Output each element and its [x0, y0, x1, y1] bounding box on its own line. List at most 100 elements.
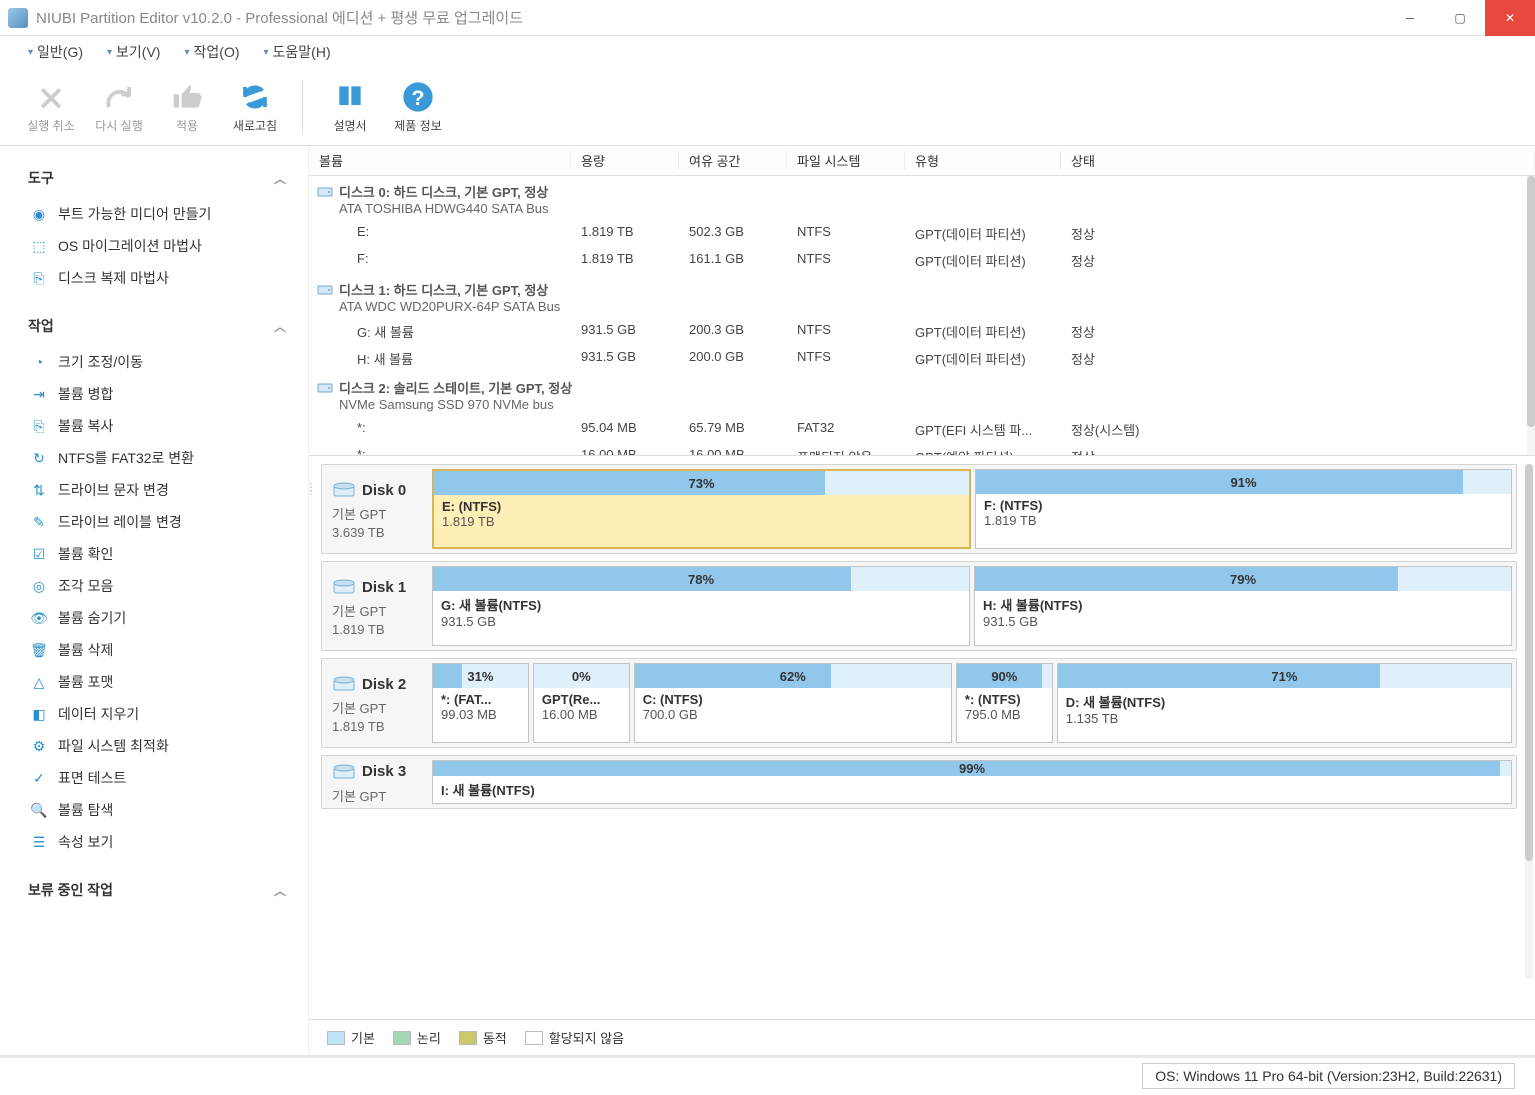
refresh-button[interactable]: 새로고침: [224, 79, 286, 134]
sidebar-item-label: OS 마이그레이션 마법사: [58, 236, 202, 256]
sidebar-item-op[interactable]: ◔크기 조정/이동: [28, 346, 286, 378]
partition-block[interactable]: 90%*: (NTFS)795.0 MB: [956, 663, 1053, 743]
col-filesystem[interactable]: 파일 시스템: [787, 151, 905, 170]
cell-free: 200.0 GB: [679, 347, 787, 370]
about-button[interactable]: ?제품 정보: [387, 79, 449, 134]
partition-block[interactable]: 99%I: 새 볼륨(NTFS): [432, 760, 1512, 804]
partition-block[interactable]: 71%D: 새 볼륨(NTFS)1.135 TB: [1057, 663, 1512, 743]
sidebar-item-op[interactable]: ◎조각 모음: [28, 570, 286, 602]
disk-group-header[interactable]: 디스크 2: 솔리드 스테이트, 기본 GPT, 정상NVMe Samsung …: [309, 372, 1535, 416]
sidebar-item-op[interactable]: ⚙파일 시스템 최적화: [28, 730, 286, 762]
disk-icon: [317, 282, 335, 296]
undo-button[interactable]: 실행 취소: [20, 79, 82, 134]
sidebar-item-op[interactable]: ⇥볼륨 병합: [28, 378, 286, 410]
scrollbar[interactable]: [1527, 176, 1535, 455]
minimize-button[interactable]: ─: [1385, 0, 1435, 36]
disk-label[interactable]: Disk 1기본 GPT1.819 TB: [322, 562, 428, 650]
col-capacity[interactable]: 용량: [571, 151, 679, 170]
disk-group-header[interactable]: 디스크 0: 하드 디스크, 기본 GPT, 정상ATA TOSHIBA HDW…: [309, 176, 1535, 220]
cell-type: GPT(데이터 파티션): [905, 249, 1061, 272]
table-row[interactable]: H: 새 볼륨931.5 GB200.0 GBNTFSGPT(데이터 파티션)정…: [309, 345, 1535, 372]
sidebar-header-tools[interactable]: 도구︿: [28, 158, 286, 198]
table-row[interactable]: *:95.04 MB65.79 MBFAT32GPT(EFI 시스템 파...정…: [309, 416, 1535, 443]
partition-percent: 91%: [1230, 475, 1256, 490]
partition-size: 1.819 TB: [442, 514, 961, 529]
disk-label[interactable]: Disk 0기본 GPT3.639 TB: [322, 465, 428, 553]
sidebar-item-op[interactable]: ☰속성 보기: [28, 826, 286, 858]
table-row[interactable]: E:1.819 TB502.3 GBNTFSGPT(데이터 파티션)정상: [309, 220, 1535, 247]
sidebar-item-op[interactable]: ⇅드라이브 문자 변경: [28, 474, 286, 506]
disk-label[interactable]: Disk 2기본 GPT1.819 TB: [322, 659, 428, 747]
partition-container: 99%I: 새 볼륨(NTFS): [428, 756, 1516, 808]
partition-size: 1.819 TB: [984, 513, 1503, 528]
sidebar-item-tool[interactable]: ⬚OS 마이그레이션 마법사: [28, 230, 286, 262]
disk-label[interactable]: Disk 3기본 GPT: [322, 756, 428, 808]
disk-scheme: 기본 GPT: [332, 698, 418, 717]
sidebar-item-op[interactable]: 🔍볼륨 탐색: [28, 794, 286, 826]
partition-name: H: 새 볼륨(NTFS): [983, 595, 1503, 614]
sidebar-item-op[interactable]: 🗑볼륨 삭제: [28, 634, 286, 666]
col-free[interactable]: 여유 공간: [679, 151, 787, 170]
partition-block[interactable]: 62%C: (NTFS)700.0 GB: [634, 663, 952, 743]
content-area: ⋮⋮ 볼륨 용량 여유 공간 파일 시스템 유형 상태 디스크 0: 하드 디스…: [308, 146, 1535, 1055]
window-title: NIUBI Partition Editor v10.2.0 - Profess…: [36, 7, 1385, 28]
close-button[interactable]: ✕: [1485, 0, 1535, 36]
partition-block[interactable]: 73%E: (NTFS)1.819 TB: [432, 469, 971, 549]
legend-dynamic: 동적: [459, 1028, 507, 1047]
partition-block[interactable]: 78%G: 새 볼륨(NTFS)931.5 GB: [432, 566, 970, 646]
menu-general[interactable]: ▾일반(G): [18, 38, 93, 66]
cell-name: G: 새 볼륨: [347, 320, 571, 343]
sidebar-item-op[interactable]: ✓표면 테스트: [28, 762, 286, 794]
sidebar-header-pending[interactable]: 보류 중인 작업︿: [28, 870, 286, 910]
partition-block[interactable]: 0%GPT(Re...16.00 MB: [533, 663, 630, 743]
sidebar-item-op[interactable]: ⎘볼륨 복사: [28, 410, 286, 442]
col-status[interactable]: 상태: [1061, 151, 1535, 170]
sidebar-item-tool[interactable]: ⎘디스크 복제 마법사: [28, 262, 286, 294]
disk-icon: [332, 760, 356, 784]
table-row[interactable]: F:1.819 TB161.1 GBNTFSGPT(데이터 파티션)정상: [309, 247, 1535, 274]
cell-name: *:: [347, 418, 571, 441]
toolbar: 실행 취소 다시 실행 적용 새로고침 설명서 ?제품 정보: [0, 68, 1535, 146]
chevron-up-icon: ︿: [274, 170, 286, 187]
col-type[interactable]: 유형: [905, 151, 1061, 170]
menu-help[interactable]: ▾도움말(H): [254, 38, 341, 66]
partition-block[interactable]: 91%F: (NTFS)1.819 TB: [975, 469, 1512, 549]
partition-block[interactable]: 31%*: (FAT...99.03 MB: [432, 663, 529, 743]
maximize-button[interactable]: ▢: [1435, 0, 1485, 36]
apply-button[interactable]: 적용: [156, 79, 218, 134]
menu-view[interactable]: ▾보기(V): [97, 38, 170, 66]
volume-table: 볼륨 용량 여유 공간 파일 시스템 유형 상태 디스크 0: 하드 디스크, …: [309, 146, 1535, 456]
sidebar-item-op[interactable]: 👁볼륨 숨기기: [28, 602, 286, 634]
cell-fs: NTFS: [787, 222, 905, 245]
col-volume[interactable]: 볼륨: [309, 151, 571, 170]
partition-block[interactable]: 79%H: 새 볼륨(NTFS)931.5 GB: [974, 566, 1512, 646]
partition-name: D: 새 볼륨(NTFS): [1066, 692, 1503, 711]
menu-action[interactable]: ▾작업(O): [174, 38, 249, 66]
disk-scheme: 기본 GPT: [332, 504, 418, 523]
disk-block: Disk 2기본 GPT1.819 TB31%*: (FAT...99.03 M…: [321, 658, 1517, 748]
sidebar-item-op[interactable]: ✎드라이브 레이블 변경: [28, 506, 286, 538]
op-icon: ☑: [28, 545, 50, 563]
sidebar-item-tool[interactable]: ◉부트 가능한 미디어 만들기: [28, 198, 286, 230]
sidebar-item-op[interactable]: △볼륨 포맷: [28, 666, 286, 698]
menu-bar: ▾일반(G) ▾보기(V) ▾작업(O) ▾도움말(H): [0, 36, 1535, 68]
disk-size: 1.819 TB: [332, 622, 418, 637]
sidebar-header-operations[interactable]: 작업︿: [28, 306, 286, 346]
sidebar-item-label: 볼륨 숨기기: [58, 608, 126, 628]
app-icon: [8, 8, 28, 28]
cell-free: 502.3 GB: [679, 222, 787, 245]
disk-title: 디스크 0: 하드 디스크, 기본 GPT, 정상: [339, 182, 549, 201]
sidebar-item-op[interactable]: ◧데이터 지우기: [28, 698, 286, 730]
table-header-row: 볼륨 용량 여유 공간 파일 시스템 유형 상태: [309, 146, 1535, 176]
table-row[interactable]: G: 새 볼륨931.5 GB200.3 GBNTFSGPT(데이터 파티션)정…: [309, 318, 1535, 345]
scrollbar[interactable]: [1525, 464, 1533, 979]
partition-name: I: 새 볼륨(NTFS): [441, 780, 1503, 799]
sidebar-item-op[interactable]: ☑볼륨 확인: [28, 538, 286, 570]
redo-button[interactable]: 다시 실행: [88, 79, 150, 134]
sidebar-item-op[interactable]: ↻NTFS를 FAT32로 변환: [28, 442, 286, 474]
table-row[interactable]: *:16.00 MB16.00 MB포맷되지 않음GPT(예약 파티션)정상: [309, 443, 1535, 455]
disk-group-header[interactable]: 디스크 1: 하드 디스크, 기본 GPT, 정상ATA WDC WD20PUR…: [309, 274, 1535, 318]
partition-name: C: (NTFS): [643, 692, 943, 707]
manual-button[interactable]: 설명서: [319, 79, 381, 134]
status-bar: OS: Windows 11 Pro 64-bit (Version:23H2,…: [0, 1055, 1535, 1093]
